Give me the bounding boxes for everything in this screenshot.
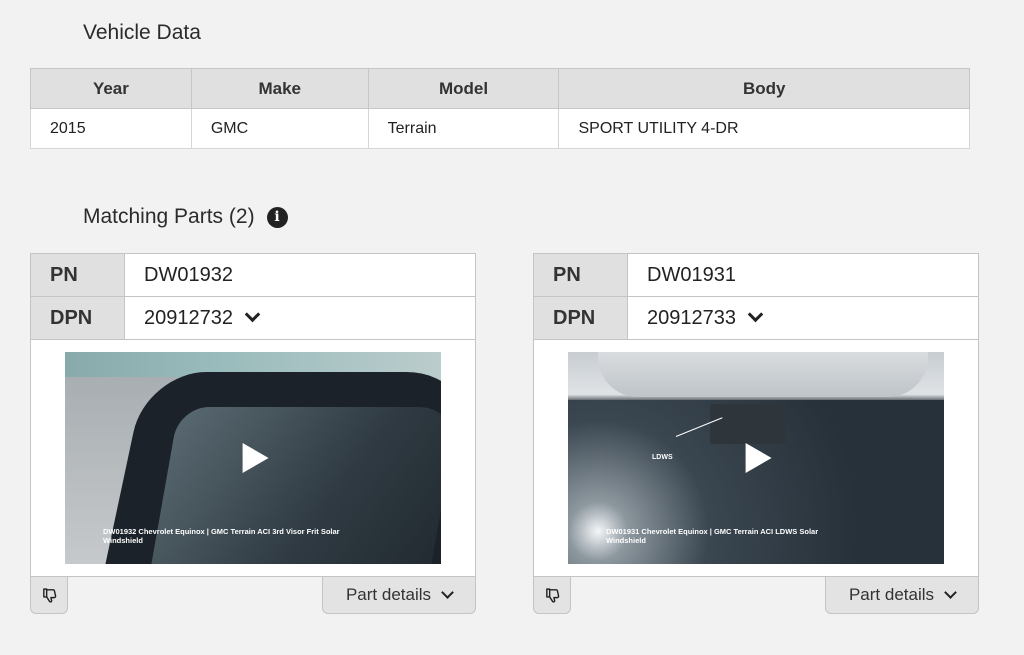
video-caption: DW01931 Chevrolet Equinox | GMC Terrain … — [606, 526, 819, 546]
dpn-row: DPN 20912733 — [534, 297, 978, 340]
chevron-down-icon — [944, 586, 957, 599]
pn-row: PN DW01931 — [534, 254, 978, 297]
cell-model: Terrain — [367, 108, 560, 149]
video-thumbnail[interactable]: LDWS DW01931 Chevrolet Equinox | GMC Ter… — [568, 352, 944, 564]
part-details-label: Part details — [848, 585, 935, 604]
column-header-body: Body — [558, 68, 970, 109]
media-area: DW01932 Chevrolet Equinox | GMC Terrain … — [31, 340, 475, 576]
video-caption: DW01932 Chevrolet Equinox | GMC Terrain … — [103, 526, 340, 546]
table-header-row: Year Make Model Body — [30, 68, 970, 109]
pn-row: PN DW01932 — [31, 254, 475, 297]
dpn-row: DPN 20912732 — [31, 297, 475, 340]
chevron-down-icon — [441, 586, 454, 599]
video-thumbnail[interactable]: DW01932 Chevrolet Equinox | GMC Terrain … — [65, 352, 441, 564]
cell-body: SPORT UTILITY 4-DR — [558, 108, 970, 149]
part-details-button[interactable]: Part details — [322, 577, 476, 614]
thumbs-down-icon — [545, 587, 559, 603]
dpn-label: DPN — [31, 297, 125, 339]
info-icon[interactable]: i — [266, 206, 288, 228]
dpn-dropdown[interactable]: 20912733 — [628, 297, 978, 339]
table-row: 2015 GMC Terrain SPORT UTILITY 4-DR — [30, 108, 970, 149]
column-header-model: Model — [367, 68, 560, 109]
thumbs-down-icon — [42, 587, 56, 603]
media-area: LDWS DW01931 Chevrolet Equinox | GMC Ter… — [534, 340, 978, 576]
play-icon[interactable] — [242, 443, 269, 473]
chevron-down-icon — [747, 306, 764, 323]
thumbs-down-button[interactable] — [533, 577, 571, 614]
thumbs-down-button[interactable] — [30, 577, 68, 614]
dpn-value: 20912733 — [647, 306, 736, 329]
matching-parts-heading: Matching Parts (2) i — [83, 205, 288, 229]
vehicle-data-table: Year Make Model Body 2015 GMC Terrain SP… — [30, 68, 970, 149]
part-details-label: Part details — [345, 585, 432, 604]
column-header-make: Make — [190, 68, 369, 109]
pn-value: DW01931 — [647, 263, 736, 286]
pn-label: PN — [534, 254, 628, 296]
ldws-label: LDWS — [652, 454, 673, 461]
dpn-label: DPN — [534, 297, 628, 339]
matching-parts-title: Matching Parts (2) — [83, 205, 255, 228]
dpn-value: 20912732 — [144, 306, 233, 329]
part-card: PN DW01932 DPN 20912732 DW01932 Chevrole… — [30, 253, 476, 614]
column-header-year: Year — [30, 68, 192, 109]
part-card: PN DW01931 DPN 20912733 LDWS DW01931 Che… — [533, 253, 979, 614]
vehicle-data-title: Vehicle Data — [83, 21, 201, 44]
pn-value: DW01932 — [144, 263, 233, 286]
cell-make: GMC — [190, 108, 369, 149]
cell-year: 2015 — [30, 108, 192, 149]
play-icon[interactable] — [745, 443, 772, 473]
pn-label: PN — [31, 254, 125, 296]
part-details-button[interactable]: Part details — [825, 577, 979, 614]
chevron-down-icon — [244, 306, 261, 323]
dpn-dropdown[interactable]: 20912732 — [125, 297, 475, 339]
